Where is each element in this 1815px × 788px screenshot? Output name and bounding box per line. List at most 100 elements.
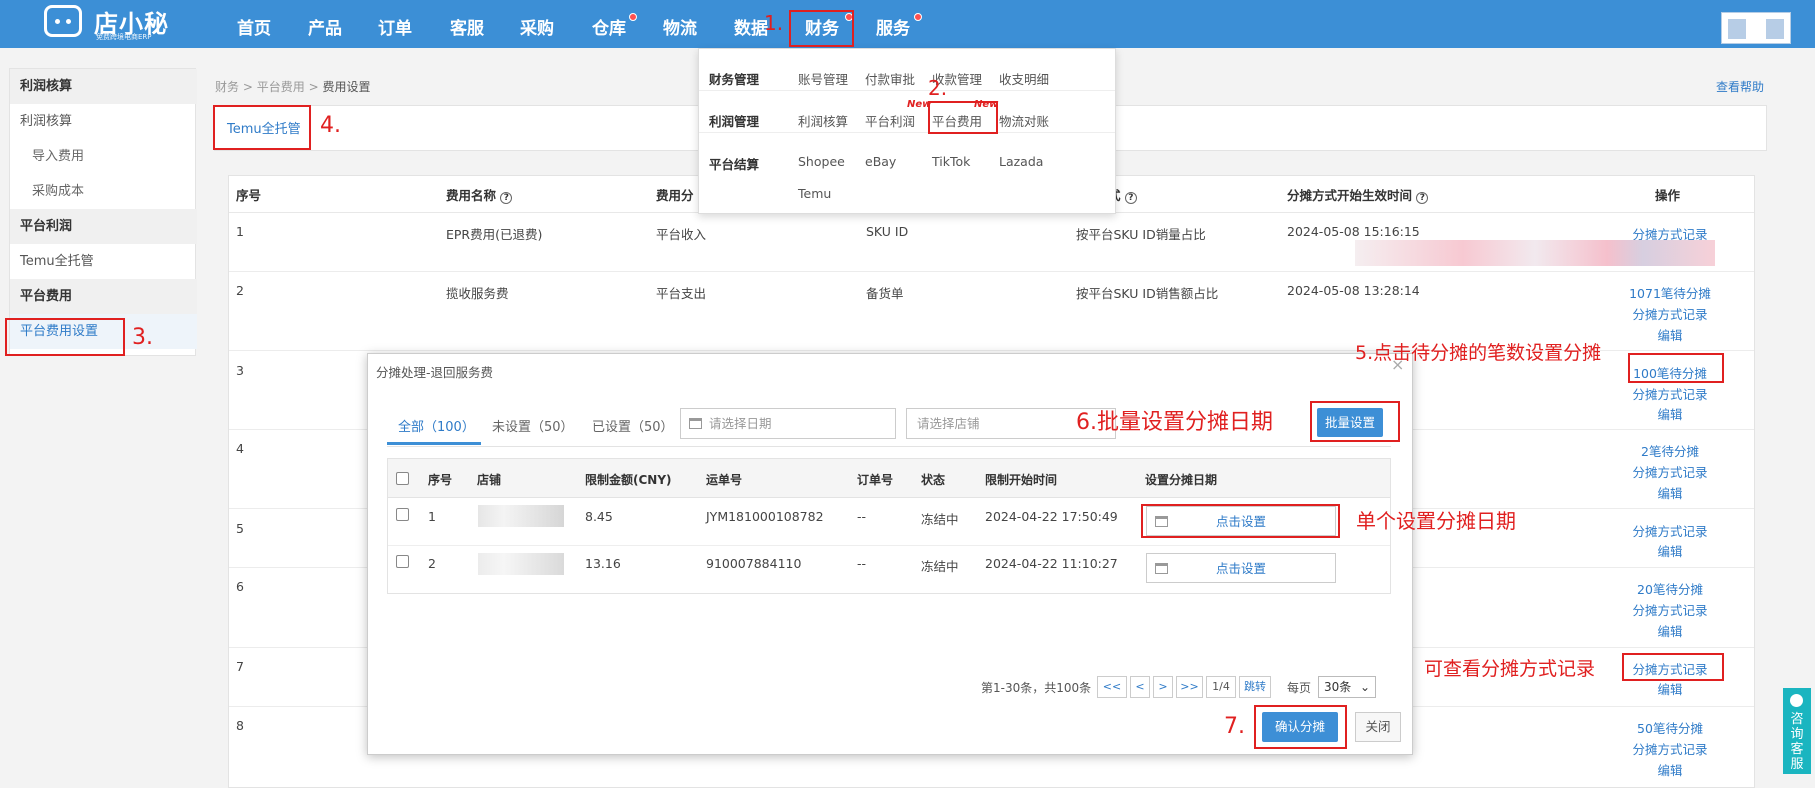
- tab-all[interactable]: 全部（100）: [398, 416, 475, 435]
- menu-item-logistics-reconcile[interactable]: 物流对账: [999, 111, 1049, 130]
- allocation-record-link[interactable]: 分摊方式记录: [1590, 304, 1750, 323]
- pager-prev[interactable]: <: [1130, 676, 1150, 698]
- annotation-single-set: 单个设置分摊日期: [1356, 509, 1516, 533]
- allocation-record-link[interactable]: 分摊方式记录: [1590, 521, 1750, 540]
- calendar-icon: [689, 418, 702, 429]
- redacted-store: [478, 505, 564, 527]
- nav-customer-service[interactable]: 客服: [450, 14, 484, 39]
- menu-item-income-expense[interactable]: 收支明细: [999, 69, 1049, 88]
- pending-allocation-link[interactable]: 20笔待分摊: [1590, 579, 1750, 598]
- set-date-field[interactable]: 点击设置: [1146, 553, 1336, 583]
- edit-link[interactable]: 编辑: [1590, 679, 1750, 698]
- row-no: 6: [236, 579, 244, 594]
- edit-link[interactable]: 编辑: [1590, 760, 1750, 779]
- sidebar-section-platform-fees: 平台费用: [10, 279, 197, 314]
- pager-first[interactable]: <<: [1097, 676, 1127, 698]
- mcol-order: 订单号: [857, 473, 894, 487]
- mrow-start-time: 2024-04-22 17:50:49: [985, 509, 1118, 524]
- nav-purchasing[interactable]: 采购: [520, 14, 554, 39]
- annotation-box: [928, 101, 998, 134]
- annotation-step-4: 4.: [320, 113, 341, 138]
- sidebar-item-profit-calc[interactable]: 利润核算: [10, 104, 197, 139]
- pending-allocation-link[interactable]: 50笔待分摊: [1590, 718, 1750, 737]
- pager-next[interactable]: >: [1153, 676, 1173, 698]
- annotation-step-1: 1.: [764, 11, 784, 35]
- menu-item-payment-approval[interactable]: 付款审批: [865, 69, 915, 88]
- sidebar-item-temu[interactable]: Temu全托管: [10, 244, 197, 279]
- nav-home[interactable]: 首页: [237, 14, 271, 39]
- mrow-start-time: 2024-04-22 11:10:27: [985, 556, 1118, 571]
- close-button[interactable]: 关闭: [1355, 712, 1401, 742]
- allocation-record-link[interactable]: 分摊方式记录: [1590, 739, 1750, 758]
- menu-item-temu[interactable]: Temu: [798, 186, 831, 201]
- robot-logo-icon[interactable]: [44, 5, 82, 37]
- row-checkbox[interactable]: [396, 555, 409, 568]
- help-icon: ?: [1416, 192, 1429, 204]
- per-page-select[interactable]: 30条 ⌄: [1318, 676, 1376, 698]
- edit-link[interactable]: 编辑: [1590, 621, 1750, 640]
- menu-item-accounts[interactable]: 账号管理: [798, 69, 848, 88]
- row-time: 2024-05-08 13:28:14: [1287, 283, 1420, 298]
- breadcrumb-platform-fees[interactable]: 平台费用: [257, 80, 305, 94]
- tab-unset[interactable]: 未设置（50）: [492, 416, 574, 435]
- annotation-step-2: 2.: [928, 76, 948, 100]
- annotation-box: [1628, 353, 1724, 383]
- notification-dot: [914, 13, 922, 21]
- allocation-record-link[interactable]: 分摊方式记录: [1590, 600, 1750, 619]
- annotation-step-5: 5.点击待分摊的笔数设置分摊: [1355, 342, 1602, 364]
- user-avatar[interactable]: [1721, 12, 1791, 44]
- date-picker-input[interactable]: 请选择日期: [680, 408, 896, 439]
- row-no: 5: [236, 521, 244, 536]
- allocation-record-link[interactable]: 分摊方式记录: [1590, 384, 1750, 403]
- annotation-box: [1310, 401, 1400, 442]
- nav-products[interactable]: 产品: [308, 14, 342, 39]
- consult-service-button[interactable]: 咨询客服: [1783, 688, 1811, 774]
- row-checkbox[interactable]: [396, 508, 409, 521]
- pager-jump[interactable]: 跳转: [1239, 676, 1271, 698]
- modal-title: 分摊处理-退回服务费: [376, 365, 494, 380]
- nav-services[interactable]: 服务: [876, 14, 910, 39]
- nav-warehouse[interactable]: 仓库: [592, 14, 626, 39]
- breadcrumb: 财务 > 平台费用 > 费用设置: [215, 80, 371, 94]
- pager-last[interactable]: >>: [1176, 676, 1203, 698]
- menu-item-lazada[interactable]: Lazada: [999, 154, 1043, 169]
- row-no: 8: [236, 718, 244, 733]
- nav-data[interactable]: 数据: [734, 14, 768, 39]
- chevron-down-icon: ⌄: [1359, 680, 1370, 694]
- edit-link[interactable]: 编辑: [1590, 483, 1750, 502]
- sidebar-section-profit-calc: 利润核算: [10, 69, 197, 104]
- help-link[interactable]: 查看帮助: [1716, 78, 1764, 95]
- annotation-box: [213, 105, 311, 150]
- nav-logistics[interactable]: 物流: [663, 14, 697, 39]
- pending-allocation-link[interactable]: 2笔待分摊: [1590, 441, 1750, 460]
- sidebar-section-platform-profit: 平台利润: [10, 209, 197, 244]
- allocation-record-link[interactable]: 分摊方式记录: [1590, 462, 1750, 481]
- row-no: 4: [236, 441, 244, 456]
- edit-link[interactable]: 编辑: [1590, 325, 1750, 344]
- nav-orders[interactable]: 订单: [378, 14, 412, 39]
- pager-summary: 第1-30条，共100条: [981, 681, 1092, 695]
- sidebar-item-purchase-cost[interactable]: 采购成本: [10, 174, 197, 209]
- mcol-amount: 限制金额(CNY): [585, 473, 672, 487]
- sidebar-item-import-fees[interactable]: 导入费用: [10, 139, 197, 174]
- row-no: 3: [236, 363, 244, 378]
- mrow-status: 冻结中: [921, 559, 959, 574]
- pending-allocation-link[interactable]: 1071笔待分摊: [1590, 283, 1750, 302]
- select-all-checkbox[interactable]: [396, 472, 409, 485]
- edit-link[interactable]: 编辑: [1590, 541, 1750, 560]
- mrow-order: --: [857, 509, 867, 524]
- row-no: 1: [236, 224, 244, 239]
- menu-item-shopee[interactable]: Shopee: [798, 154, 845, 169]
- menu-item-profit-calc[interactable]: 利润核算: [798, 111, 848, 130]
- menu-item-platform-profit[interactable]: 平台利润: [865, 111, 915, 130]
- menu-item-ebay[interactable]: eBay: [865, 154, 896, 169]
- menu-item-tiktok[interactable]: TikTok: [932, 154, 970, 169]
- edit-link[interactable]: 编辑: [1590, 404, 1750, 423]
- mcol-start-time: 限制开始时间: [985, 473, 1058, 487]
- breadcrumb-finance[interactable]: 财务: [215, 80, 239, 94]
- tab-set[interactable]: 已设置（50）: [592, 416, 674, 435]
- annotation-view-records: 可查看分摊方式记录: [1424, 658, 1596, 680]
- person-icon: [1790, 694, 1803, 707]
- mrow-amount: 13.16: [585, 556, 621, 571]
- mrow-no: 1: [428, 509, 436, 524]
